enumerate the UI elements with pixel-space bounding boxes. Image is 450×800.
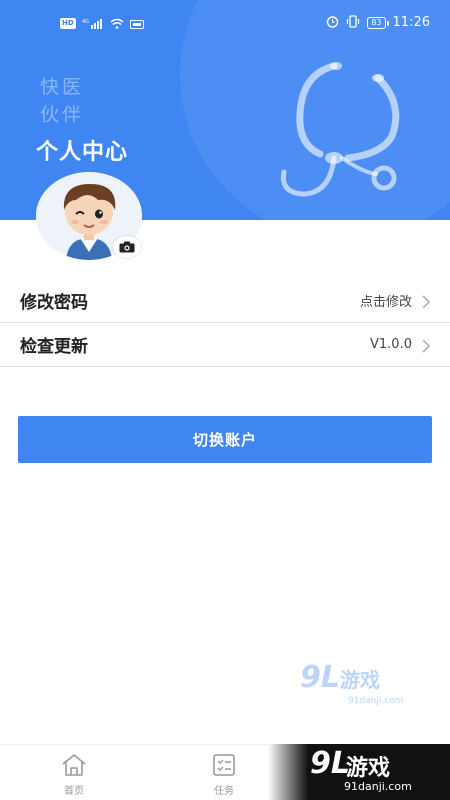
alarm-icon — [326, 13, 339, 32]
change-password-label: 修改密码 — [20, 293, 88, 313]
network-label: 4G — [82, 19, 89, 25]
check-update-row[interactable]: 检查更新 V1.0.0 — [0, 323, 450, 367]
home-icon — [60, 754, 88, 780]
switch-account-button[interactable]: 切换账户 — [18, 416, 432, 463]
notification-icon — [129, 14, 144, 33]
watermark-banner-brand: 游戏 — [346, 756, 391, 781]
battery-indicator: 83 — [367, 16, 389, 29]
status-bar: HD 4G 83 11:26 — [0, 0, 450, 44]
change-password-value: 点击修改 — [359, 295, 412, 310]
watermark-logo: 9L游戏 91danji.com — [300, 660, 403, 706]
camera-icon[interactable] — [113, 236, 141, 258]
tab-home-label: 首页 — [64, 786, 84, 797]
hd-badge: HD — [60, 18, 76, 29]
watermark-banner: 9L 游戏 91danji.com — [268, 744, 450, 800]
watermark-banner-number: 9L — [310, 746, 350, 781]
tab-task[interactable]: 任务 — [194, 753, 254, 797]
app-version: V1.0.0 — [370, 337, 412, 352]
check-update-label: 检查更新 — [20, 337, 88, 357]
watermark-brand: 游戏 — [340, 668, 380, 692]
page-title: 个人中心 — [36, 140, 129, 165]
chevron-right-icon — [422, 338, 431, 357]
signal-icon: 4G — [82, 14, 104, 33]
watermark-number: 9L — [300, 660, 340, 695]
wifi-icon — [110, 14, 124, 33]
change-password-row[interactable]: 修改密码 点击修改 — [0, 279, 450, 323]
tab-task-label: 任务 — [214, 786, 234, 797]
app-logo-line2: 伙伴 — [40, 104, 85, 126]
watermark-banner-site: 91danji.com — [344, 780, 412, 793]
clock: 11:26 — [392, 15, 430, 30]
tab-home[interactable]: 首页 — [44, 753, 104, 797]
app-logo-line1: 快医 — [40, 76, 85, 98]
watermark-site: 91danji.com — [348, 696, 404, 706]
chevron-right-icon — [422, 294, 431, 313]
task-list-icon — [210, 754, 238, 780]
stethoscope-icon — [272, 54, 412, 208]
vibrate-icon — [346, 13, 360, 32]
